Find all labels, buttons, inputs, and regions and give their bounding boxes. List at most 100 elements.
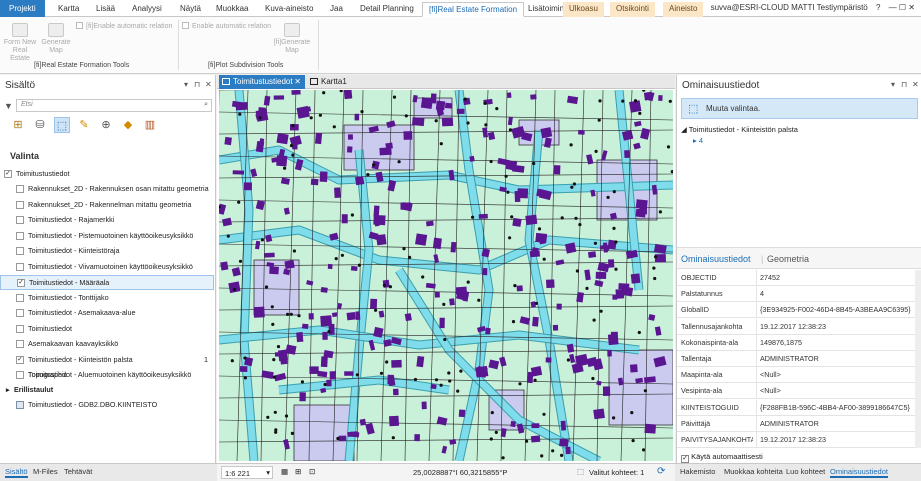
tab-muokkaa-kohteita[interactable]: Muokkaa kohteita — [724, 467, 783, 476]
layer-item[interactable]: Toimitustiedot - Asemakaava-alue — [0, 306, 214, 321]
layer-checkbox[interactable] — [16, 340, 24, 348]
layer-item[interactable]: Toimitustiedot - Rajamerkki — [0, 213, 214, 228]
attribute-row[interactable]: Kokonaispinta-ala 149876,1875 — [677, 334, 915, 351]
layer-checkbox[interactable] — [16, 309, 24, 317]
window-controls[interactable]: — ☐ ✕ — [889, 3, 915, 12]
change-selection-info[interactable]: ⬚ Muuta valintaa. — [681, 98, 918, 119]
layer-item[interactable]: ✓ Toimitustiedot - Kiinteistön palsta 1 — [0, 353, 214, 368]
layer-checkbox[interactable]: ✓ — [4, 170, 12, 178]
layer-item[interactable]: Toimitustiedot - Pistemuotoinen käyttöoi… — [0, 229, 214, 244]
attribute-field-value[interactable]: ADMINISTRATOR — [756, 351, 819, 366]
pin-icon[interactable]: ▾ — [184, 80, 188, 89]
layout-icon[interactable]: ⊡ — [309, 467, 315, 476]
layer-checkbox[interactable] — [16, 216, 24, 224]
tab-kuva-aineisto[interactable]: Kuva-aineisto — [259, 2, 319, 17]
tab-map-kartta1[interactable]: Kartta1 — [307, 75, 359, 89]
attribute-field-value[interactable]: {3E934925-F002-46D4-8B45-A3BEAA9C6395} — [756, 302, 911, 318]
tree-child[interactable]: ▸ 4 — [693, 136, 703, 145]
generate-map-button[interactable]: Generate Map — [40, 23, 72, 55]
editing-icon[interactable]: ✎ — [76, 117, 92, 133]
close-icon[interactable]: ✕ — [205, 80, 212, 89]
tab-ominaisuustiedot[interactable]: Ominaisuustiedot — [681, 254, 751, 264]
tab-jaa[interactable]: Jaa — [324, 2, 349, 17]
tab-aineisto[interactable]: Aineisto — [663, 2, 704, 17]
help-icon[interactable]: ? — [876, 3, 880, 12]
layer-checkbox[interactable] — [16, 247, 24, 255]
tab-otsikointi[interactable]: Otsikointi — [610, 2, 655, 17]
tab-muokkaa[interactable]: Muokkaa — [210, 2, 254, 17]
autohide-icon[interactable]: ⊓ — [194, 80, 200, 89]
layer-item[interactable]: Rakennukset_2D - Rakennelman mitattu geo… — [0, 198, 214, 213]
layer-item[interactable]: Asemakaavan kaavayksikkö — [0, 337, 214, 352]
collapse-icon[interactable]: ◢ — [681, 125, 687, 134]
expand-icon[interactable]: ▸ — [6, 383, 10, 397]
filter-icon[interactable]: ▼ — [4, 101, 13, 111]
attribute-row[interactable]: Tallentaja ADMINISTRATOR — [677, 351, 915, 367]
layer-checkbox[interactable] — [16, 293, 24, 302]
attribute-field-value[interactable]: <Null> — [756, 367, 781, 383]
layer-checkbox[interactable] — [16, 371, 24, 379]
enable-automatic-relation-checkbox-2[interactable]: Enable automatic relation — [182, 22, 271, 30]
table-view-icon[interactable]: ▦ — [281, 467, 288, 476]
attribute-row[interactable]: PAIVITYSAJANKOHTA 19.12.2017 12:38:23 — [677, 432, 915, 448]
tab-m-files[interactable]: M-Files — [33, 467, 58, 476]
layer-item[interactable]: Toimitustiedot - Tonttijako — [0, 291, 214, 306]
attribute-row[interactable]: KIINTEISTOGUID {F288FB1B-596C-4BB4-AF00-3… — [677, 399, 915, 416]
pin-icon[interactable]: ▾ — [891, 80, 895, 89]
tab-map-toimitustustiedot[interactable]: Toimitustustiedot ✕ — [219, 75, 305, 89]
tab-geometria[interactable]: Geometria — [767, 254, 809, 264]
charts-icon[interactable]: ▥ — [142, 117, 158, 133]
layer-checkbox[interactable] — [16, 262, 24, 271]
close-icon[interactable]: ✕ — [912, 80, 919, 89]
layer-item[interactable]: Rakennukset_2D - Rakennuksen osan mitatt… — [0, 182, 214, 197]
attribute-field-value[interactable]: <Null> — [756, 383, 781, 399]
layer-checkbox[interactable] — [16, 231, 24, 240]
map-canvas[interactable] — [219, 90, 673, 461]
search-input[interactable]: Etsi ⌕ — [16, 99, 212, 112]
data-source-icon[interactable]: ⛁ — [32, 117, 48, 133]
tab-analyysi[interactable]: Analyysi — [126, 2, 168, 17]
layer-checkbox[interactable] — [16, 200, 24, 209]
tab-tehtavat[interactable]: Tehtävät — [64, 467, 92, 476]
selection-icon[interactable]: ⬚ — [54, 117, 70, 133]
tab-lisaa[interactable]: Lisää — [90, 2, 121, 17]
tab-nayta[interactable]: Näytä — [174, 2, 207, 17]
layer-group-root[interactable]: ✓ Toimitustustiedot — [0, 167, 214, 182]
tree-parent[interactable]: ◢ Toimitustiedot - Kiinteistön palsta — [681, 125, 798, 134]
layer-item[interactable]: ✓ Toimitustiedot - Määräala — [0, 275, 214, 290]
attribute-field-value[interactable]: 19.12.2017 12:38:23 — [756, 318, 826, 334]
layer-item[interactable]: Toimitustiedot - Viivamuotoinen käyttöoi… — [0, 260, 214, 275]
attribute-row[interactable]: Palstatunnus 4 — [677, 286, 915, 303]
attribute-field-value[interactable]: 4 — [756, 286, 764, 302]
layer-checkbox[interactable]: ✓ — [17, 279, 25, 287]
grid-icon[interactable]: ⊞ — [295, 467, 301, 476]
attribute-field-value[interactable]: {F288FB1B-596C-4BB4-AF00-3899186647C5} — [756, 399, 910, 415]
layer-item[interactable]: Toimitustiedot - Kiinteistöraja — [0, 244, 214, 259]
attribute-row[interactable]: Päivittäjä ADMINISTRATOR — [677, 415, 915, 432]
attribute-field-value[interactable]: ADMINISTRATOR — [756, 415, 819, 431]
layer-checkbox[interactable] — [16, 185, 24, 193]
plot-generate-map-button[interactable]: [fi]Generate Map — [272, 23, 312, 55]
user-account[interactable]: suvva@ESRI-CLOUD MATTI Testiympäristö ? … — [711, 3, 915, 12]
drawing-order-icon[interactable]: ⊞ — [10, 117, 26, 133]
tab-hakemisto[interactable]: Hakemisto — [680, 467, 715, 476]
attribute-row[interactable]: GlobalID {3E934925-F002-46D4-8B45-A3BEAA9… — [677, 302, 915, 319]
attribute-scrollbar[interactable] — [915, 270, 921, 448]
snapping-icon[interactable]: ⊕ — [98, 117, 114, 133]
form-new-real-estate-button[interactable]: Form New Real Estate — [2, 23, 38, 63]
attribute-row[interactable]: Maapinta-ala <Null> — [677, 367, 915, 384]
tab-ulkoasu[interactable]: Ulkoasu — [563, 2, 604, 17]
attribute-row[interactable]: Tallennusajankohta 19.12.2017 12:38:23 — [677, 318, 915, 335]
tab-real-estate-formation[interactable]: [fi]Real Estate Formation — [422, 2, 525, 17]
attribute-row[interactable]: OBJECTID 27452 — [677, 270, 915, 286]
scale-dropdown[interactable]: 1:6 221 ▾ — [221, 466, 273, 479]
auto-apply-checkbox[interactable]: ✓ Käytä automaattisesti — [681, 452, 763, 463]
attribute-field-value[interactable]: 27452 — [756, 270, 780, 285]
refresh-icon[interactable]: ⟳ — [657, 466, 665, 477]
autohide-icon[interactable]: ⊓ — [901, 80, 907, 89]
layer-checkbox[interactable] — [16, 324, 24, 333]
tab-luo-kohteet[interactable]: Luo kohteet — [786, 467, 825, 476]
labeling-icon[interactable]: ◆ — [120, 117, 136, 133]
close-icon[interactable]: ✕ — [294, 75, 301, 88]
tab-sisalto[interactable]: Sisältö — [5, 467, 28, 478]
